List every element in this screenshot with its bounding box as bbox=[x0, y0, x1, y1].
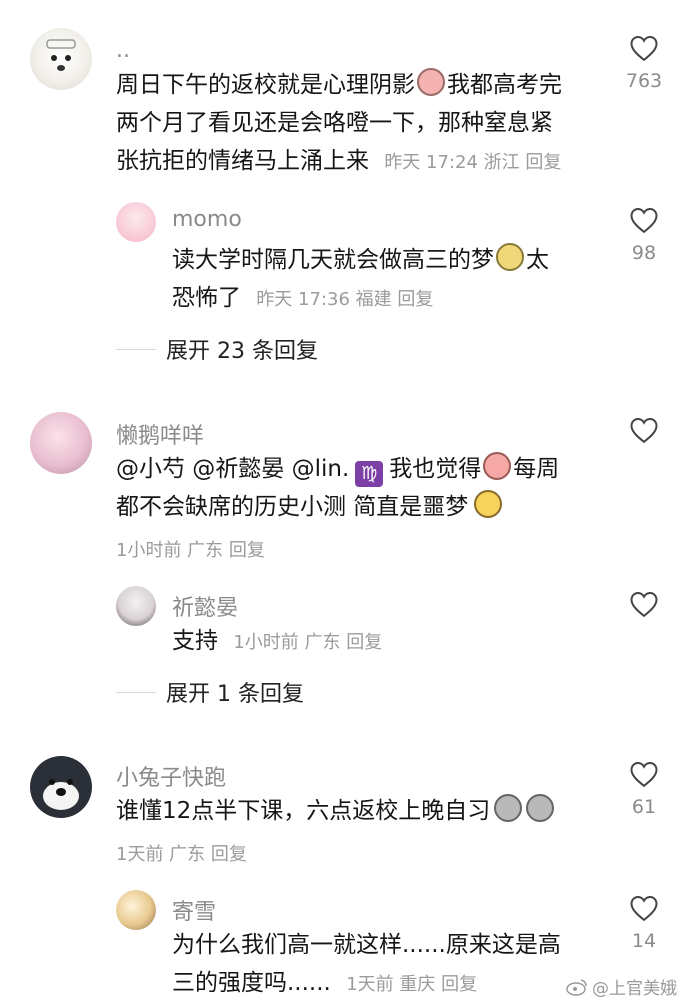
anxious-emoji-icon bbox=[474, 490, 503, 518]
like-group[interactable] bbox=[614, 590, 674, 626]
reply-text: 读大学时隔几天就会做高三的梦 太 恐怖了 昨天 17:36 福建 回复 bbox=[172, 241, 612, 319]
dog-avatar-icon bbox=[46, 39, 76, 71]
like-group[interactable]: 61 bbox=[614, 760, 674, 818]
reply-line: 恐怖了 bbox=[172, 285, 241, 311]
comment-line: 我都高考完 bbox=[447, 72, 562, 98]
reply-meta[interactable]: 1小时前 广东 回复 bbox=[233, 632, 382, 653]
reply-text: 为什么我们高一就这样......原来这是高 三的强度吗...... 1天前 重庆… bbox=[172, 926, 612, 1004]
reply-line: 为什么我们高一就这样......原来这是高 bbox=[172, 932, 561, 958]
screaming-emoji-icon bbox=[483, 452, 512, 480]
watermark-text: @上官美娥 bbox=[592, 979, 677, 999]
virgo-icon: ♍ bbox=[355, 461, 384, 487]
grey-face-emoji-icon bbox=[526, 794, 555, 822]
avatar[interactable] bbox=[30, 28, 92, 90]
weibo-icon bbox=[566, 978, 587, 996]
username[interactable]: 小兔子快跑 bbox=[116, 760, 226, 792]
like-group[interactable]: 14 bbox=[614, 894, 674, 952]
reply-meta[interactable]: 1天前 重庆 回复 bbox=[346, 974, 477, 995]
reply-line: 读大学时隔几天就会做高三的梦 bbox=[172, 247, 494, 273]
comment-line: 谁懂12点半下课，六点返校上晚自习 bbox=[116, 798, 491, 824]
comment-meta[interactable]: 1天前 广东 回复 bbox=[116, 840, 247, 866]
username[interactable]: .. bbox=[116, 38, 130, 63]
comment-line: 两个月了看见还是会咯噔一下，那种窒息紧 bbox=[116, 110, 553, 136]
comment-text: @小芍 @祈懿晏 @lin. ♍ 我也觉得 每周 都不会缺席的历史小测 简直是噩梦 bbox=[116, 450, 616, 526]
comment-line: 周日下午的返校就是心理阴影 bbox=[116, 72, 415, 98]
comment-line: 张抗拒的情绪马上涌上来 bbox=[116, 148, 369, 174]
comment-line: 都不会缺席的历史小测 简直是噩梦 bbox=[116, 494, 469, 520]
avatar[interactable] bbox=[116, 202, 156, 242]
expand-replies-button[interactable]: 展开 1 条回复 bbox=[116, 676, 304, 708]
like-group[interactable]: 98 bbox=[614, 206, 674, 264]
comment-text: 谁懂12点半下课，六点返校上晚自习 bbox=[116, 792, 616, 830]
dog-avatar-icon bbox=[43, 779, 79, 810]
avatar[interactable] bbox=[116, 586, 156, 626]
username[interactable]: 寄雪 bbox=[172, 894, 216, 926]
username[interactable]: momo bbox=[172, 207, 242, 232]
username[interactable]: 懒鹅咩咩 bbox=[116, 418, 204, 450]
like-group[interactable] bbox=[614, 416, 674, 452]
comment-meta[interactable]: 1小时前 广东 回复 bbox=[116, 536, 265, 562]
comment-text: 周日下午的返校就是心理阴影 我都高考完 两个月了看见还是会咯噔一下，那种窒息紧 张… bbox=[116, 66, 616, 182]
username[interactable]: 祈懿晏 bbox=[172, 590, 238, 622]
heart-icon[interactable] bbox=[629, 760, 659, 788]
reply-line: 支持 bbox=[172, 628, 218, 654]
like-group[interactable]: 763 bbox=[614, 34, 674, 92]
watermark: @上官美娥 bbox=[566, 974, 677, 999]
like-count: 61 bbox=[631, 796, 657, 818]
heart-icon[interactable] bbox=[629, 590, 659, 618]
grey-face-emoji-icon bbox=[494, 794, 523, 822]
like-count: 14 bbox=[631, 930, 657, 952]
comment-meta[interactable]: 昨天 17:24 浙江 回复 bbox=[384, 152, 561, 173]
pear-emoji-icon bbox=[496, 243, 524, 271]
reply-meta[interactable]: 昨天 17:36 福建 回复 bbox=[256, 289, 433, 310]
heart-icon[interactable] bbox=[629, 34, 659, 62]
comment-line: 每周 bbox=[513, 456, 560, 482]
reply-line: 三的强度吗...... bbox=[172, 970, 331, 996]
avatar[interactable] bbox=[116, 890, 156, 930]
crying-emoji-icon bbox=[417, 68, 445, 96]
comment-line: 我也觉得 bbox=[389, 456, 482, 482]
expand-label: 展开 23 条回复 bbox=[166, 339, 318, 364]
divider bbox=[116, 691, 156, 693]
expand-label: 展开 1 条回复 bbox=[166, 682, 304, 707]
avatar[interactable] bbox=[30, 756, 92, 818]
like-count: 763 bbox=[625, 70, 663, 92]
reply-text: 支持 1小时前 广东 回复 bbox=[172, 622, 612, 662]
heart-icon[interactable] bbox=[629, 416, 659, 444]
heart-icon[interactable] bbox=[629, 894, 659, 922]
expand-replies-button[interactable]: 展开 23 条回复 bbox=[116, 333, 318, 365]
comment-line: @小芍 @祈懿晏 @lin. bbox=[116, 456, 350, 482]
like-count: 98 bbox=[631, 242, 657, 264]
reply-line: 太 bbox=[526, 247, 549, 273]
avatar[interactable] bbox=[30, 412, 92, 474]
heart-icon[interactable] bbox=[629, 206, 659, 234]
divider bbox=[116, 348, 156, 350]
